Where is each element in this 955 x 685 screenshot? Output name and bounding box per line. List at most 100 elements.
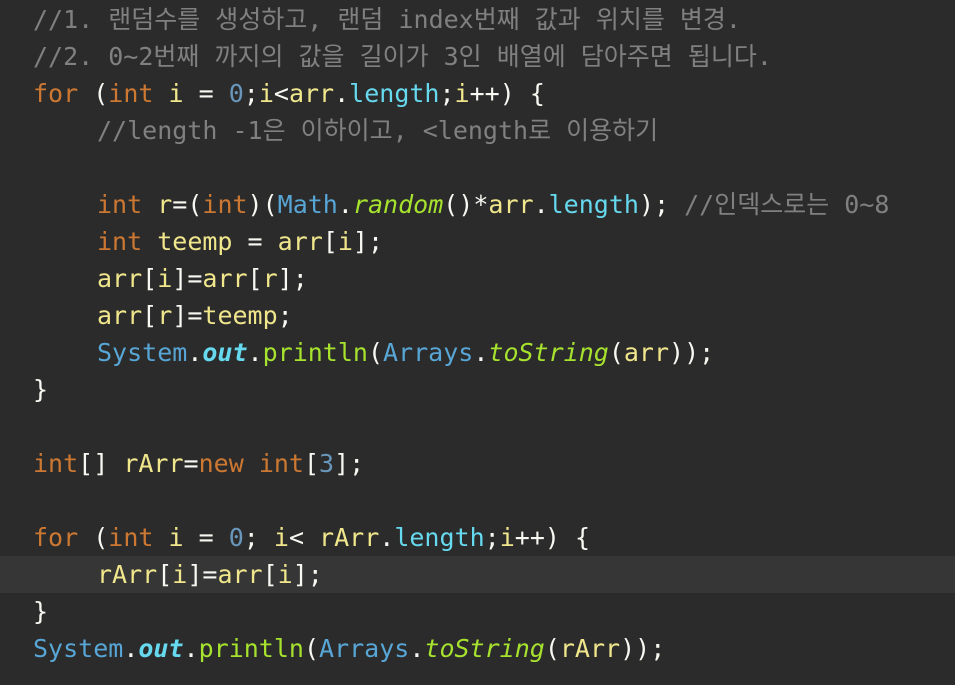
code-editor[interactable]: //1. 랜덤수를 생성하고, 랜덤 index번째 값과 위치를 변경. //2… [0, 0, 955, 685]
code-token-plain: [ [262, 560, 278, 589]
code-line[interactable]: int teemp = arr[i]; [0, 223, 955, 260]
code-token-plain: . [379, 523, 395, 552]
code-token-comment: //2. 0~2번째 까지의 값을 길이가 3인 배열에 담아주면 됩니다. [33, 42, 772, 71]
code-token-var: arr [488, 190, 534, 219]
code-token-var: arr [97, 264, 143, 293]
code-token-number: 0 [228, 523, 244, 552]
code-token-var: i [273, 523, 289, 552]
code-token-number: 3 [319, 449, 335, 478]
code-line[interactable]: } [0, 593, 955, 630]
code-token-plain: ; [243, 523, 274, 552]
code-token-plain: = [183, 449, 199, 478]
code-token-plain: ++) { [469, 79, 545, 108]
code-line[interactable]: //2. 0~2번째 까지의 값을 길이가 3인 배열에 담아주면 됩니다. [0, 38, 955, 75]
code-token-field: length [349, 79, 440, 108]
code-token-plain: [ [322, 227, 338, 256]
code-line[interactable]: } [0, 371, 955, 408]
code-line-current[interactable]: rArr[i]=arr[i]; [0, 556, 955, 593]
code-token-plain: ( [303, 634, 320, 663]
code-token-plain: [ [157, 560, 173, 589]
code-token-plain: . [409, 634, 425, 663]
code-token-var: arr [623, 338, 670, 367]
code-token-var: i [168, 523, 184, 552]
code-token-var: rArr [123, 449, 184, 478]
code-token-plain: . [473, 338, 489, 367]
code-token-keyword: for [33, 79, 79, 108]
code-token-var: arr [97, 301, 143, 330]
code-token-class: System [97, 338, 188, 367]
code-token-var: arr [288, 79, 335, 108]
code-token-italic: toString [488, 338, 609, 367]
code-token-var: rArr [319, 523, 380, 552]
code-token-keyword: int [202, 190, 248, 219]
code-token-plain: < [273, 79, 289, 108]
code-token-class: System [33, 634, 124, 663]
code-token-plain: ]; [352, 227, 384, 256]
code-token-plain: . [123, 634, 139, 663]
code-line[interactable]: //1. 랜덤수를 생성하고, 랜덤 index번째 값과 위치를 변경. [0, 1, 955, 38]
code-token-class: Arrays [319, 634, 410, 663]
code-token-plain: ]; [334, 449, 365, 478]
code-token-plain: . [533, 190, 549, 219]
code-line[interactable] [0, 408, 955, 445]
code-line[interactable]: arr[r]=teemp; [0, 297, 955, 334]
code-line[interactable]: for (int i = 0; i< rArr.length;i++) { [0, 519, 955, 556]
code-line[interactable]: //length -1은 이하이고, <length로 이용하기 [0, 112, 955, 149]
code-token-var: r [157, 301, 173, 330]
code-token-plain: . [183, 634, 199, 663]
code-token-plain: [ [247, 264, 263, 293]
code-token-plain: } [33, 597, 49, 626]
code-token-plain: )( [247, 190, 278, 219]
code-token-keyword: int [97, 190, 143, 219]
code-line[interactable]: System.out.println(Arrays.toString(rArr)… [0, 630, 955, 667]
code-line[interactable] [0, 482, 955, 519]
code-token-plain: )); [669, 338, 715, 367]
code-token-method: println [198, 634, 304, 663]
code-token-keyword: new [198, 449, 244, 478]
code-line[interactable] [0, 149, 955, 186]
code-token-plain: ()* [443, 190, 489, 219]
code-token-keyword: int [258, 449, 304, 478]
code-token-static: out [202, 338, 248, 367]
code-token-var: rArr [559, 634, 621, 663]
code-token-var: arr [202, 264, 248, 293]
code-token-plain: . [337, 190, 353, 219]
code-line[interactable]: int r=(int)(Math.random()*arr.length); /… [0, 186, 955, 223]
code-token-plain: ++) { [514, 523, 591, 552]
code-token-plain: ( [608, 338, 624, 367]
code-token-var: i [168, 79, 184, 108]
code-token-keyword: int [108, 79, 154, 108]
code-token-var: i [499, 523, 515, 552]
code-token-static: out [138, 634, 184, 663]
code-token-plain: ; [484, 523, 500, 552]
code-token-var: teemp [157, 227, 233, 256]
code-token-plain: = [183, 79, 229, 108]
code-token-class: Arrays [383, 338, 474, 367]
code-token-plain: ( [78, 79, 109, 108]
code-token-plain: [ [303, 449, 320, 478]
code-line[interactable]: int[] rArr=new int[3]; [0, 445, 955, 482]
code-token-plain: [ [142, 264, 158, 293]
code-token-plain: ; [243, 79, 259, 108]
code-token-plain: } [33, 375, 49, 404]
code-token-italic: random [352, 190, 444, 219]
code-token-number: 0 [228, 79, 244, 108]
code-line[interactable]: arr[i]=arr[r]; [0, 260, 955, 297]
code-token-var: i [337, 227, 353, 256]
code-token-plain: ]; [292, 560, 323, 589]
code-token-keyword: int [108, 523, 154, 552]
code-token-comment: //인덱스로는 0~8 [684, 190, 890, 219]
code-line[interactable]: for (int i = 0;i<arr.length;i++) { [0, 75, 955, 112]
code-token-var: i [157, 264, 173, 293]
code-token-field: length [394, 523, 485, 552]
code-token-var: arr [217, 560, 263, 589]
code-line[interactable]: System.out.println(Arrays.toString(arr))… [0, 334, 955, 371]
code-token-plain: < [288, 523, 320, 552]
code-token-var: i [454, 79, 470, 108]
code-token-plain: [ [142, 301, 158, 330]
code-token-method: println [262, 338, 368, 367]
